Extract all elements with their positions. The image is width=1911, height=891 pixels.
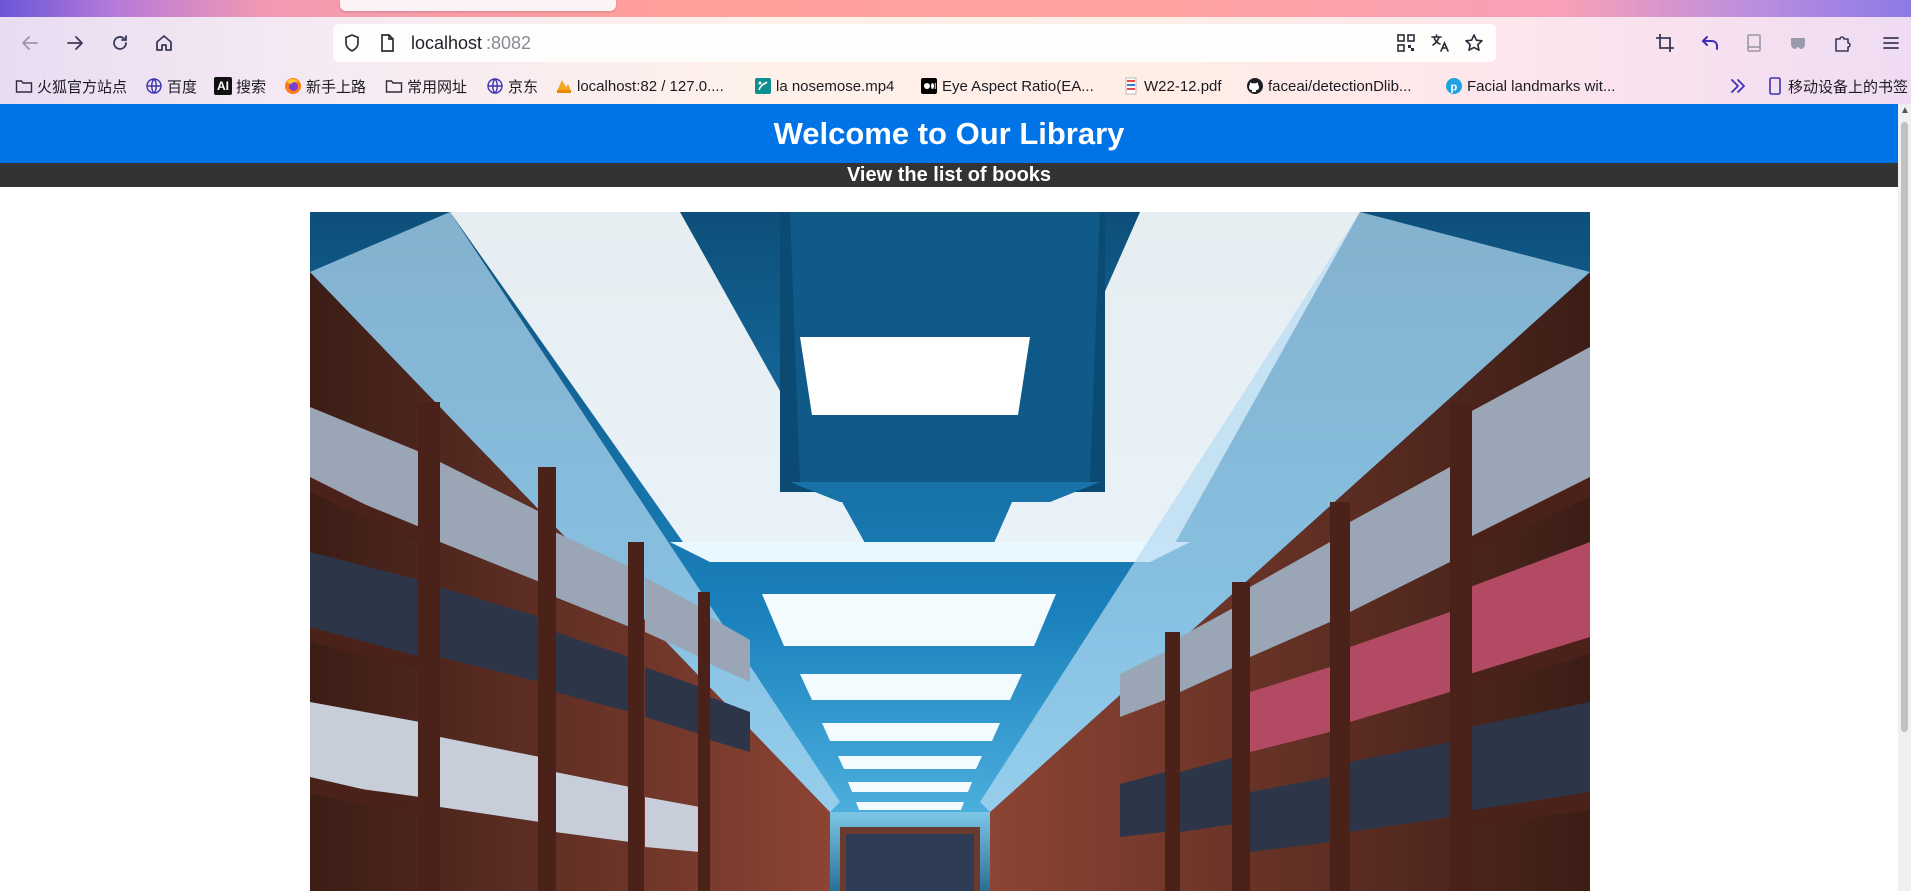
extensions-button[interactable]: [1828, 29, 1856, 57]
bookmark-item[interactable]: 常用网址: [385, 73, 467, 99]
bookmark-label: 搜索: [236, 78, 267, 96]
firefox-icon: [284, 77, 302, 95]
page-viewport: Welcome to Our Library View the list of …: [0, 104, 1898, 891]
bookmark-label: 新手上路: [306, 78, 367, 96]
back-button[interactable]: [15, 28, 45, 58]
ai-icon: AI: [214, 77, 232, 95]
star-icon[interactable]: [1464, 33, 1484, 53]
reader-view-button[interactable]: [1740, 29, 1768, 57]
url-host[interactable]: localhost: [411, 33, 482, 54]
bookmark-item[interactable]: AI 搜索: [214, 73, 266, 99]
medium-icon: [920, 77, 938, 95]
puzzle-icon: [1835, 36, 1851, 52]
page-info-icon[interactable]: [377, 33, 397, 53]
bookmark-item[interactable]: localhost:82 / 127.0....: [555, 73, 724, 99]
bookmark-label: 京东: [508, 78, 539, 96]
globe-icon: [145, 77, 163, 95]
folder-icon: [385, 77, 403, 95]
book-list-link[interactable]: View the list of books: [847, 164, 1051, 187]
chevrons-right-icon: [1731, 79, 1745, 93]
site-header: Welcome to Our Library: [0, 104, 1898, 163]
bookmark-item[interactable]: la nosemose.mp4: [754, 73, 894, 99]
shield-icon[interactable]: [342, 33, 362, 53]
url-port[interactable]: :8082: [486, 33, 531, 54]
browser-chrome: localhost :8082 火狐官方站点 百度 AI 搜索 新手上路 常用网…: [0, 0, 1911, 104]
github-icon: [1246, 77, 1264, 95]
phpmyadmin-icon: [555, 77, 573, 95]
undo-button[interactable]: [1696, 29, 1724, 57]
crop-icon: [1656, 34, 1674, 52]
screenshot-button[interactable]: [1651, 29, 1679, 57]
qr-code-icon[interactable]: [1396, 33, 1416, 53]
library-aisle-illustration: [310, 212, 1590, 891]
tab-strip: [0, 0, 1911, 17]
bookmark-item[interactable]: p Facial landmarks wit...: [1445, 73, 1615, 99]
scroll-thumb[interactable]: [1901, 122, 1908, 732]
reload-icon: [113, 35, 127, 50]
bookmark-label: W22-12.pdf: [1144, 77, 1222, 95]
p-icon: p: [1445, 77, 1463, 95]
bookmark-item[interactable]: Eye Aspect Ratio(EA...: [920, 73, 1094, 99]
mask-icon: [1791, 38, 1805, 49]
mobile-bookmarks-label: 移动设备上的书签: [1788, 78, 1909, 96]
library-hero-image: [310, 212, 1590, 891]
bookmark-item[interactable]: 火狐官方站点: [15, 73, 127, 99]
mobile-bookmarks[interactable]: 移动设备上的书签: [1766, 73, 1908, 99]
home-icon: [156, 35, 172, 51]
arrow-right-icon: [67, 36, 83, 50]
forward-button[interactable]: [60, 28, 90, 58]
menu-button[interactable]: [1877, 29, 1905, 57]
reload-button[interactable]: [105, 28, 135, 58]
bookmark-label: faceai/detectionDlib...: [1268, 77, 1412, 95]
bookmark-label: Eye Aspect Ratio(EA...: [942, 77, 1094, 95]
arrow-left-icon: [22, 36, 38, 50]
bookmark-label: Facial landmarks wit...: [1467, 77, 1616, 95]
bookmark-item[interactable]: 新手上路: [284, 73, 366, 99]
active-tab[interactable]: [340, 0, 616, 11]
bookmarks-toolbar: 火狐官方站点 百度 AI 搜索 新手上路 常用网址 京东 localhost:8…: [0, 73, 1911, 99]
site-nav: View the list of books: [0, 163, 1898, 187]
bookmark-item[interactable]: 百度: [145, 73, 197, 99]
video-icon: [754, 77, 772, 95]
hamburger-icon: [1883, 37, 1899, 49]
bookmark-label: 百度: [167, 78, 198, 96]
svg-text:p: p: [1451, 82, 1458, 94]
bookmark-item[interactable]: W22-12.pdf: [1122, 73, 1222, 99]
bookmark-item[interactable]: faceai/detectionDlib...: [1246, 73, 1411, 99]
bookmark-label: 火狐官方站点: [37, 78, 128, 96]
bookmarks-overflow-button[interactable]: [1728, 73, 1748, 99]
mobile-device-icon: [1766, 77, 1784, 95]
globe-icon: [486, 77, 504, 95]
scroll-up-arrow-icon[interactable]: ▲: [1900, 106, 1910, 116]
undo-icon: [1702, 36, 1718, 50]
page-title: Welcome to Our Library: [773, 115, 1125, 151]
bookmark-label: 常用网址: [407, 78, 468, 96]
home-button[interactable]: [149, 28, 179, 58]
document-icon: [1747, 34, 1761, 52]
bookmark-item[interactable]: 京东: [486, 73, 538, 99]
page-scrollbar[interactable]: ▲: [1898, 104, 1911, 891]
pdf-icon: [1122, 77, 1140, 95]
translate-icon[interactable]: [1430, 33, 1450, 53]
bookmark-label: localhost:82 / 127.0....: [577, 77, 724, 95]
url-bar[interactable]: localhost :8082: [333, 24, 1496, 62]
folder-icon: [15, 77, 33, 95]
bookmark-label: la nosemose.mp4: [776, 77, 895, 95]
private-browsing-button[interactable]: [1784, 29, 1812, 57]
